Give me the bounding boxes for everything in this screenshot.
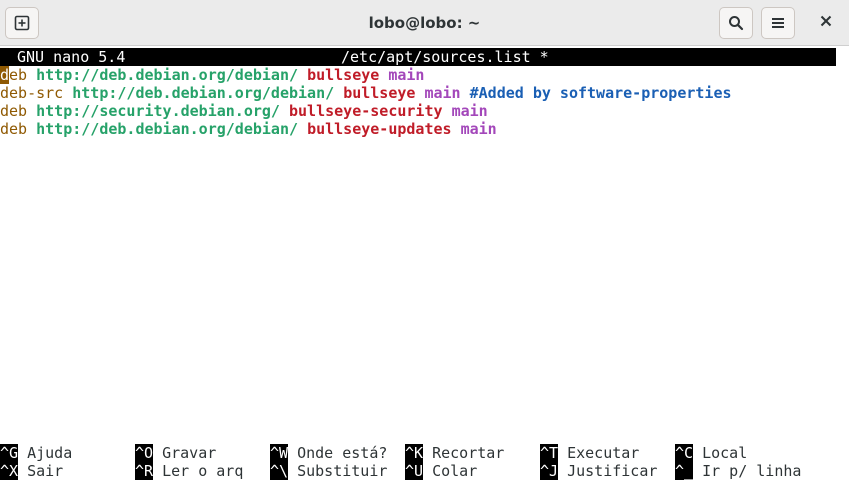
shortcut-label: Gravar: [162, 444, 217, 462]
shortcut-key: ^W: [270, 444, 289, 462]
shortcut-key: ^T: [540, 444, 559, 462]
shortcut-label: Local: [702, 444, 748, 462]
terminal-content[interactable]: GNU nano 5.4 /etc/apt/sources.list * deb…: [0, 46, 849, 481]
source-suite: bullseye: [343, 84, 416, 102]
shortcut-read-file[interactable]: ^R Ler o arq: [135, 462, 243, 480]
shortcut-paste[interactable]: ^U Colar: [405, 462, 477, 480]
shortcut-execute[interactable]: ^T Executar: [540, 444, 639, 462]
shortcut-label: Ler o arq: [162, 462, 244, 480]
shortcut-key: ^X: [0, 462, 19, 480]
source-url: http://security.debian.org/: [36, 102, 280, 120]
source-type: eb: [9, 66, 28, 84]
source-suite: bullseye-security: [289, 102, 443, 120]
terminal-scrollbar[interactable]: [836, 46, 849, 481]
shortcut-where-is[interactable]: ^W Onde está?: [270, 444, 387, 462]
shortcut-key: ^K: [405, 444, 424, 462]
shortcut-justify[interactable]: ^J Justificar: [540, 462, 657, 480]
shortcut-label: Colar: [432, 462, 478, 480]
new-tab-icon: [14, 15, 30, 31]
shortcut-cut[interactable]: ^K Recortar: [405, 444, 504, 462]
shortcut-label: Justificar: [567, 462, 658, 480]
shortcut-go-to-line[interactable]: ^_ Ir p/ linha: [675, 462, 801, 480]
source-type: deb-src: [0, 84, 64, 102]
shortcut-label: Ir p/ linha: [702, 462, 802, 480]
terminal-window: lobo@lobo: ~ GNU nano 5.4 /etc/apt/sourc…: [0, 0, 849, 481]
shortcut-replace[interactable]: ^\ Substituir: [270, 462, 387, 480]
shortcut-key: ^U: [405, 462, 424, 480]
source-line[interactable]: deb http://security.debian.org/ bullseye…: [0, 102, 488, 120]
shortcut-write-out[interactable]: ^O Gravar: [135, 444, 216, 462]
shortcut-key: ^C: [675, 444, 694, 462]
new-tab-button[interactable]: [5, 7, 39, 39]
shortcut-label: Executar: [567, 444, 640, 462]
shortcut-label: Onde está?: [297, 444, 388, 462]
shortcut-label: Recortar: [432, 444, 505, 462]
shortcut-help[interactable]: ^G Ajuda: [0, 444, 72, 462]
source-type: deb: [0, 120, 28, 138]
shortcut-label: Substituir: [297, 462, 388, 480]
source-component: main: [460, 120, 497, 138]
source-component: main: [451, 102, 488, 120]
shortcut-label: Ajuda: [27, 444, 73, 462]
search-icon: [728, 15, 744, 31]
close-button[interactable]: [810, 7, 842, 39]
source-comment: #Added by software-properties: [469, 84, 732, 102]
shortcut-key: ^_: [675, 462, 694, 480]
close-icon: [820, 14, 832, 32]
source-line[interactable]: deb http://deb.debian.org/debian/ bullse…: [0, 120, 497, 138]
source-url: http://deb.debian.org/debian/: [72, 84, 335, 102]
header-bar: lobo@lobo: ~: [0, 0, 849, 46]
hamburger-menu-icon: [771, 16, 785, 30]
shortcut-key: ^\: [270, 462, 289, 480]
shortcut-exit[interactable]: ^X Sair: [0, 462, 63, 480]
nano-version: GNU nano 5.4: [17, 48, 126, 66]
shortcut-key: ^O: [135, 444, 154, 462]
source-url: http://deb.debian.org/debian/: [36, 120, 299, 138]
source-suite: bullseye-updates: [307, 120, 452, 138]
source-component: main: [388, 66, 425, 84]
source-line[interactable]: deb http://deb.debian.org/debian/ bullse…: [0, 66, 424, 84]
shortcut-label: Sair: [27, 462, 64, 480]
source-suite: bullseye: [307, 66, 380, 84]
shortcut-key: ^G: [0, 444, 19, 462]
nano-filename: /etc/apt/sources.list *: [341, 48, 549, 66]
shortcut-location[interactable]: ^C Local: [675, 444, 747, 462]
source-url: http://deb.debian.org/debian/: [36, 66, 299, 84]
source-type: deb: [0, 102, 28, 120]
text-cursor: d: [0, 66, 10, 84]
source-line[interactable]: deb-src http://deb.debian.org/debian/ bu…: [0, 84, 732, 102]
search-button[interactable]: [719, 7, 753, 39]
nano-title-bar: GNU nano 5.4 /etc/apt/sources.list *: [0, 48, 836, 66]
menu-button[interactable]: [761, 7, 795, 39]
source-component: main: [424, 84, 461, 102]
shortcut-key: ^R: [135, 462, 154, 480]
shortcut-key: ^J: [540, 462, 559, 480]
